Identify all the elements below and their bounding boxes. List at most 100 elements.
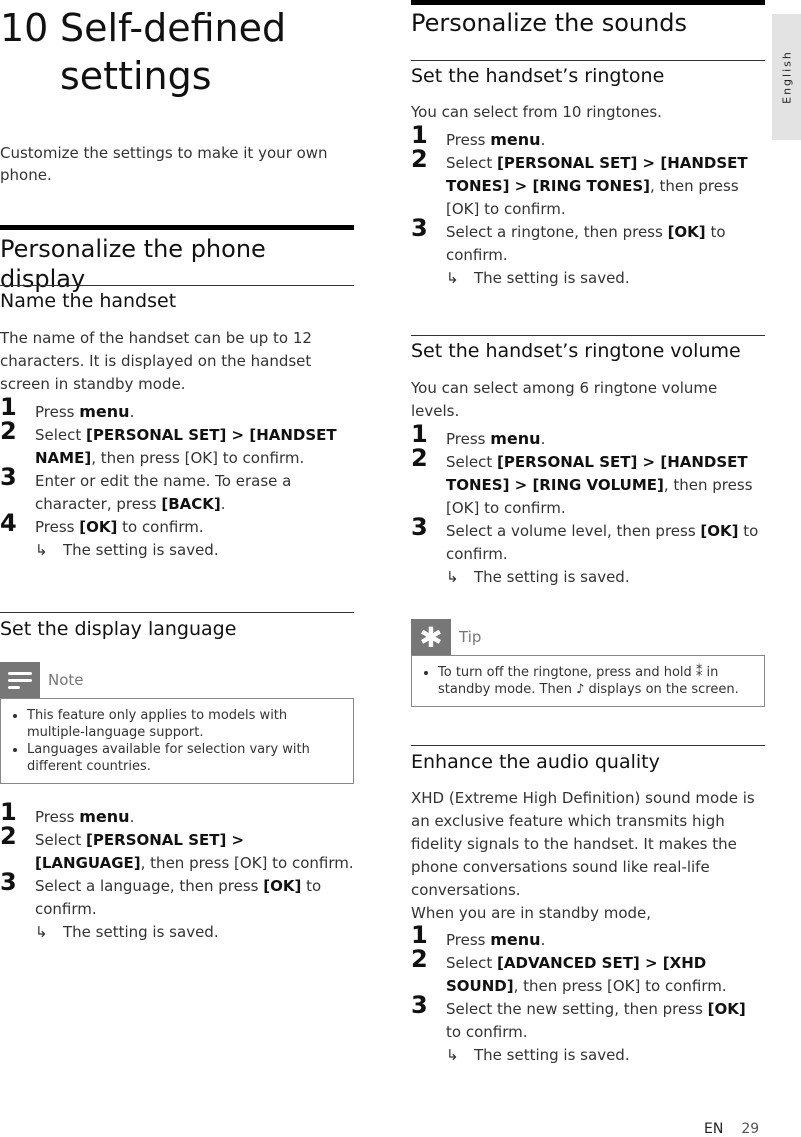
step-text: .: [540, 131, 546, 149]
page-footer: EN 29: [704, 1121, 759, 1137]
note-item: This feature only applies to models with…: [27, 707, 345, 741]
result-text: The setting is saved.: [63, 541, 219, 559]
note-box: Note This feature only applies to models…: [0, 662, 354, 784]
step-text: Select: [35, 426, 87, 444]
step-text: .: [129, 808, 135, 826]
step-number: 1: [411, 420, 428, 448]
result-text: The setting is saved.: [63, 923, 219, 941]
step-number: 2: [411, 145, 428, 173]
subsection-heading-name: Name the handset: [0, 290, 177, 312]
audio-description-2: When you are in standby mode,: [411, 904, 652, 922]
audio-steps: 1 Press menu. 2 Select [ADVANCED SET] > [XH…: [411, 923, 765, 1067]
subsection-heading-volume: Set the handset’s ringtone volume: [411, 340, 741, 362]
note-item: Languages available for selection vary w…: [27, 741, 345, 775]
step-item: 2 Select [PERSONAL SET] > [LANGUAGE], the…: [0, 824, 354, 875]
step-number: 3: [411, 513, 428, 541]
step-text: Select a ringtone, then press: [446, 223, 668, 241]
ringtone-description: You can select from 10 ringtones.: [411, 103, 662, 121]
result-arrow-icon: ↳: [446, 568, 459, 586]
volume-steps: 1 Press menu. 2 Select [PERSONAL SET] > [HA…: [411, 422, 765, 589]
volume-description: You can select among 6 ringtone volume l…: [411, 379, 718, 420]
step-text: , then press [OK] to confirm.: [91, 449, 305, 467]
step-text: .: [540, 430, 546, 448]
result-arrow-icon: ↳: [35, 923, 48, 941]
step-item: 3 Enter or edit the name. To erase a char…: [0, 465, 354, 516]
step-key: [OK]: [700, 522, 739, 540]
step-number: 2: [0, 417, 17, 445]
language-side-tab: English: [772, 14, 801, 140]
step-text: Press: [35, 403, 80, 421]
step-text: Select: [35, 831, 87, 849]
step-text: to confirm.: [446, 1023, 528, 1041]
step-text: Press: [446, 131, 491, 149]
step-key: [OK]: [707, 1000, 746, 1018]
step-number: 1: [411, 921, 428, 949]
step-item: 1 Press menu.: [0, 395, 354, 424]
step-result: ↳ The setting is saved.: [35, 921, 354, 944]
step-item: 3 Select the new setting, then press [OK]…: [411, 993, 765, 1044]
step-number: 4: [0, 509, 17, 537]
step-number: 3: [411, 214, 428, 242]
step-text: Select a volume level, then press: [446, 522, 701, 540]
result-text: The setting is saved.: [474, 568, 630, 586]
step-text: Select the new setting, then press: [446, 1000, 708, 1018]
step-key: [OK]: [263, 877, 302, 895]
page-number: 29: [741, 1121, 760, 1137]
subsection-rule: [411, 335, 765, 336]
step-item: 2 Select [PERSONAL SET] > [HANDSET TONES]…: [411, 446, 765, 520]
step-item: 1 Press menu.: [411, 422, 765, 451]
step-key: menu: [490, 130, 541, 149]
note-icon: [0, 662, 40, 698]
subsection-rule: [411, 745, 765, 746]
asterisk-icon: ✱: [411, 619, 451, 655]
result-text: The setting is saved.: [474, 1046, 630, 1064]
tip-item: To turn off the ringtone, press and hold…: [438, 664, 756, 698]
step-result: ↳ The setting is saved.: [35, 539, 354, 562]
subsection-heading-audio: Enhance the audio quality: [411, 751, 660, 773]
result-arrow-icon: ↳: [446, 269, 459, 287]
step-text: Press: [35, 518, 80, 536]
tip-label: Tip: [459, 628, 482, 646]
step-key: menu: [79, 402, 130, 421]
result-arrow-icon: ↳: [35, 541, 48, 559]
step-key: menu: [490, 429, 541, 448]
step-text: , then press [OK] to confirm.: [140, 854, 354, 872]
step-number: 1: [0, 393, 17, 421]
step-text: Select: [446, 453, 498, 471]
section-rule: [411, 0, 765, 5]
ringtone-steps: 1 Press menu. 2 Select [PERSONAL SET] > [HA…: [411, 123, 765, 290]
chapter-intro: Customize the settings to make it your o…: [0, 144, 328, 184]
step-item: 2 Select [PERSONAL SET] > [HANDSET TONES]…: [411, 147, 765, 221]
step-text: to confirm.: [117, 518, 204, 536]
step-key: [OK]: [79, 518, 118, 536]
step-key: menu: [79, 807, 130, 826]
step-number: 2: [0, 822, 17, 850]
step-item: 2 Select [ADVANCED SET] > [XHD SOUND], th…: [411, 947, 765, 998]
step-item: 1 Press menu.: [411, 923, 765, 952]
step-text: , then press [OK] to confirm.: [513, 977, 727, 995]
step-number: 1: [0, 798, 17, 826]
step-text: Press: [35, 808, 80, 826]
step-text: .: [220, 495, 226, 513]
step-item: 1 Press menu.: [0, 800, 354, 829]
chapter-number: 10: [0, 6, 49, 50]
chapter-title: Self-defined settings: [60, 6, 287, 98]
step-item: 3 Select a language, then press [OK] to c…: [0, 870, 354, 921]
step-result: ↳ The setting is saved.: [446, 267, 765, 290]
step-number: 2: [411, 444, 428, 472]
step-item: 3 Select a volume level, then press [OK] …: [411, 515, 765, 566]
audio-description: XHD (Extreme High Definition) sound mode…: [411, 789, 755, 899]
step-key: [OK]: [667, 223, 706, 241]
result-text: The setting is saved.: [474, 269, 630, 287]
step-result: ↳ The setting is saved.: [446, 1044, 765, 1067]
step-text: Select: [446, 154, 498, 172]
name-steps: 1 Press menu. 2 Select [PERSONAL SET] > [HA…: [0, 395, 354, 562]
section-heading-sounds: Personalize the sounds: [411, 9, 688, 37]
note-label: Note: [48, 671, 84, 689]
step-text: Select a language, then press: [35, 877, 264, 895]
step-text: Press: [446, 430, 491, 448]
subsection-rule: [0, 612, 354, 613]
step-text: Press: [446, 931, 491, 949]
step-result: ↳ The setting is saved.: [446, 566, 765, 589]
subsection-rule: [411, 60, 765, 61]
